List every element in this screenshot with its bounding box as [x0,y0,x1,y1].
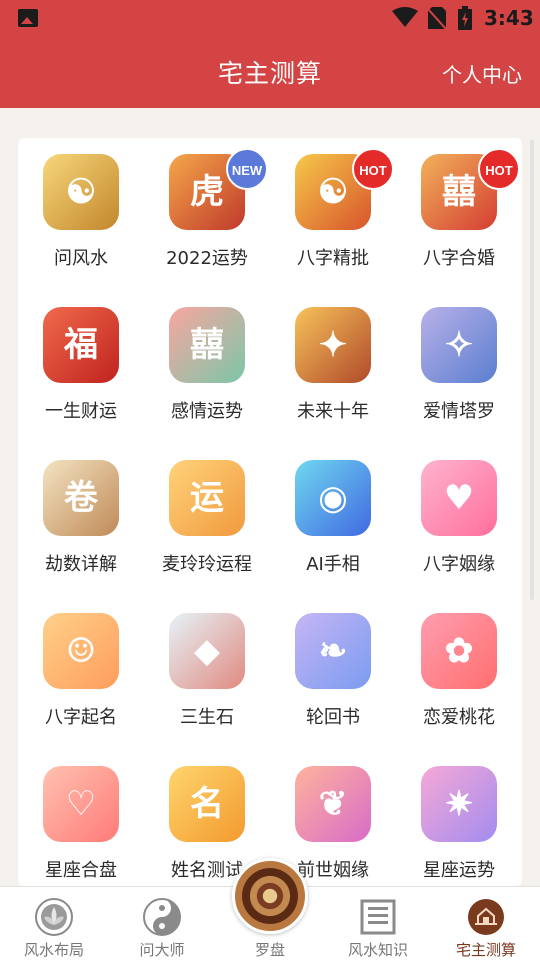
feature-label: 一生财运 [45,401,117,422]
feature-label: 八字合婚 [423,248,495,269]
feature-label: 2022运势 [166,248,248,269]
feature-glyph: ✧ [444,325,474,365]
hot-badge: HOT [478,148,520,190]
feature-item[interactable]: 囍 HOT 八字合婚 [396,148,522,303]
no-sim-icon [428,7,446,29]
feature-label: 八字姻缘 [423,554,495,575]
new-badge: NEW [226,148,268,190]
tab-fengshui-layout[interactable]: 风水布局 [0,887,108,960]
tab-label: 罗盘 [254,941,285,959]
feature-glyph: 运 [190,478,224,518]
tab-label: 问大师 [139,941,185,959]
feature-item[interactable]: 虎 NEW 2022运势 [144,148,270,303]
feature-icon: 囍 [169,307,245,383]
feature-grid-panel: ☯ 问风水虎 NEW 2022运势 ☯ HOT 八字精批囍 HOT 八字合婚福一生财运囍感情运势… [18,138,522,886]
feature-label: 恋爱桃花 [423,707,495,728]
feature-label: 未来十年 [297,401,369,422]
book-icon [360,899,396,935]
feature-glyph: ◆ [193,631,221,671]
feature-item[interactable]: ◉ AI手相 [270,456,396,609]
feature-item[interactable]: ♥ 八字姻缘 [396,456,522,609]
feature-item[interactable]: ✧ 爱情塔罗 [396,303,522,456]
feature-glyph: ♡ [65,784,97,824]
feature-label: 八字精批 [297,248,369,269]
yin-yang-icon [143,898,181,936]
feature-icon: ◆ [169,613,245,689]
status-time: 3:43 [484,6,534,30]
feature-item[interactable]: ❧ 轮回书 [270,609,396,762]
feature-label: 问风水 [54,248,108,269]
feature-label: 劫数详解 [45,554,117,575]
feature-glyph: 囍 [190,325,224,365]
feature-label: 星座合盘 [45,860,117,881]
scrollbar[interactable] [530,140,534,600]
feature-item[interactable]: 福一生财运 [18,303,144,456]
feature-item[interactable]: ☯ 问风水 [18,150,144,303]
feature-item[interactable]: ☯ HOT 八字精批 [270,148,396,303]
feature-label: 轮回书 [306,707,360,728]
image-notification-icon [18,9,38,27]
feature-glyph: 福 [64,325,98,365]
feature-icon: ✦ [295,307,371,383]
feature-icon: ♡ [43,766,119,842]
feature-item[interactable]: ✷ 星座运势 [396,762,522,886]
tab-label: 宅主测算 [455,941,516,959]
feature-icon: 运 [169,460,245,536]
feature-icon: 名 [169,766,245,842]
battery-icon [458,6,472,30]
tab-house-reading[interactable]: 宅主测算 [432,887,540,960]
feature-glyph: 名 [190,784,224,824]
feature-glyph: ✷ [444,784,474,824]
feature-icon: ❧ [295,613,371,689]
feature-glyph: 卷 [64,478,98,518]
feature-glyph: ✿ [444,631,474,671]
feature-label: 八字起名 [45,707,117,728]
tab-label: 风水知识 [347,941,408,959]
status-bar: 3:43 [0,0,540,36]
feature-glyph: ♥ [443,478,475,518]
app-header: 宅主测算 个人中心 [0,36,540,108]
feature-icon: ☯ [43,154,119,230]
feature-glyph: ☯ [65,172,97,212]
feature-item[interactable]: 卷劫数详解 [18,456,144,609]
feature-label: 感情运势 [171,401,243,422]
tab-fengshui-knowledge[interactable]: 风水知识 [324,887,432,960]
feature-icon: ♥ [421,460,497,536]
feature-label: 星座运势 [423,860,495,881]
feature-label: AI手相 [306,554,360,575]
feature-label: 麦玲玲运程 [162,554,252,575]
feature-glyph: ❦ [318,784,348,824]
feature-item[interactable]: ♡ 星座合盘 [18,762,144,886]
feature-icon: ◉ [295,460,371,536]
feature-grid: ☯ 问风水虎 NEW 2022运势 ☯ HOT 八字精批囍 HOT 八字合婚福一生财运囍感情运势… [18,138,522,886]
feature-item[interactable]: ☺ 八字起名 [18,609,144,762]
lotus-icon [35,898,73,936]
feature-item[interactable]: ✦ 未来十年 [270,303,396,456]
feature-icon: ❦ [295,766,371,842]
house-icon [468,899,504,935]
wifi-icon [392,7,418,27]
feature-item[interactable]: 囍感情运势 [144,303,270,456]
feature-icon: ☺ [43,613,119,689]
compass-icon[interactable] [232,858,308,934]
tab-ask-master[interactable]: 问大师 [108,887,216,960]
feature-glyph: ❧ [318,631,348,671]
feature-icon: 福 [43,307,119,383]
hot-badge: HOT [352,148,394,190]
feature-label: 爱情塔罗 [423,401,495,422]
feature-glyph: ✦ [318,325,348,365]
feature-item[interactable]: 运麦玲玲运程 [144,456,270,609]
feature-glyph: ◉ [318,478,348,518]
feature-icon: ✧ [421,307,497,383]
feature-item[interactable]: ✿ 恋爱桃花 [396,609,522,762]
feature-icon: 卷 [43,460,119,536]
feature-item[interactable]: ◆ 三生石 [144,609,270,762]
personal-center-link[interactable]: 个人中心 [442,59,522,88]
feature-label: 三生石 [180,707,234,728]
feature-icon: ✿ [421,613,497,689]
feature-glyph: ☺ [65,631,97,671]
feature-icon: ✷ [421,766,497,842]
tab-label: 风水布局 [23,941,84,959]
